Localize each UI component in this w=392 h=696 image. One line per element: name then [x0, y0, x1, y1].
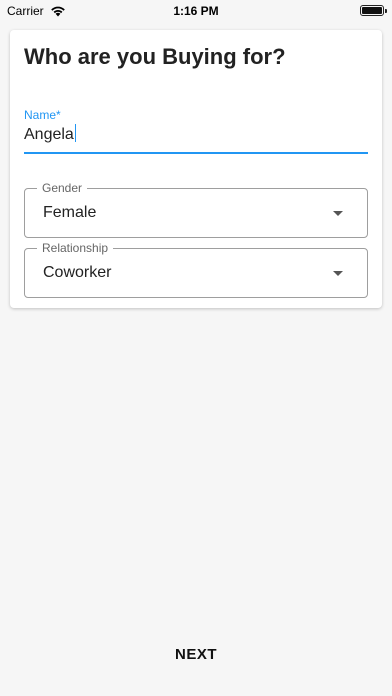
relationship-select-label: Relationship: [37, 241, 114, 255]
battery-fill: [362, 7, 382, 14]
status-time: 1:16 PM: [173, 4, 219, 18]
dropdown-arrow-icon: [333, 271, 343, 276]
status-bar: Carrier 1:16 PM: [0, 0, 392, 22]
name-field-label: Name*: [24, 108, 61, 122]
battery-icon: [360, 5, 387, 16]
gender-select-value: Female: [43, 204, 97, 221]
relationship-select[interactable]: Relationship Coworker: [24, 241, 368, 298]
text-caret: [74, 124, 76, 142]
name-field[interactable]: Name* Angela: [24, 108, 368, 156]
gender-select[interactable]: Gender Female: [24, 181, 368, 238]
recipient-card: Who are you Buying for? Name* Angela Gen…: [10, 30, 382, 308]
page-title: Who are you Buying for?: [24, 44, 286, 69]
gender-select-label: Gender: [37, 181, 88, 195]
dropdown-arrow-icon: [333, 211, 343, 216]
relationship-select-value: Coworker: [43, 264, 112, 281]
name-input[interactable]: Angela: [24, 124, 76, 144]
next-button[interactable]: NEXT: [146, 636, 246, 672]
name-input-value: Angela: [24, 126, 74, 143]
name-field-underline: [24, 152, 368, 154]
